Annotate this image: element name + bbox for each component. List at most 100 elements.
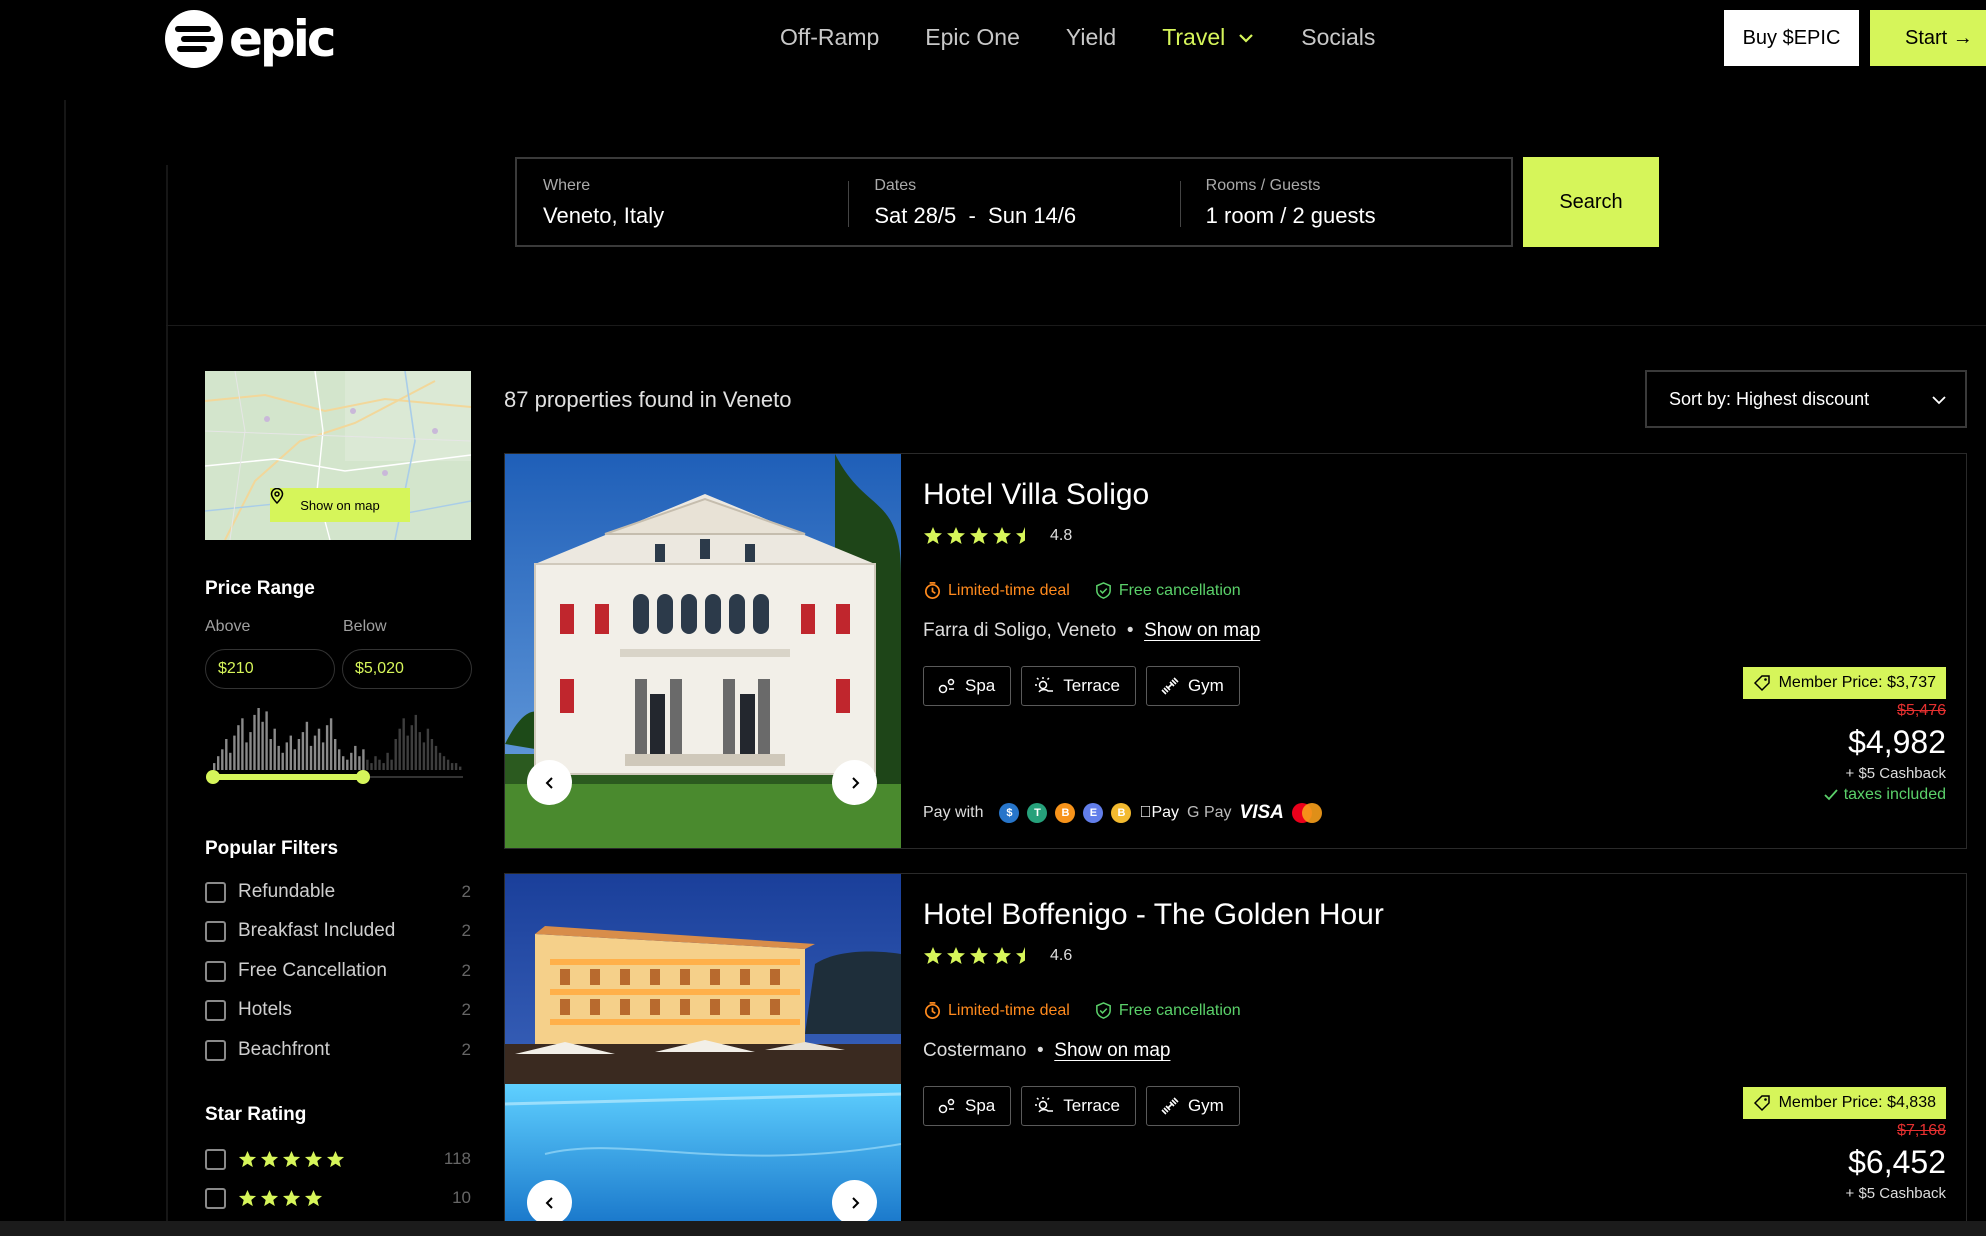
member-price-label: Member Price: $4,838 bbox=[1778, 1094, 1936, 1111]
member-price-badge: Member Price: $4,838 bbox=[1742, 1087, 1946, 1119]
checkbox[interactable] bbox=[205, 1148, 226, 1170]
slider-min-handle[interactable] bbox=[206, 770, 220, 784]
cashback-text: + $5 Cashback bbox=[1845, 1185, 1946, 1202]
star-icon bbox=[260, 1150, 279, 1167]
histogram-bar bbox=[301, 732, 305, 770]
max-price-input[interactable]: $5,020 bbox=[342, 649, 472, 689]
nav-travel[interactable]: Travel bbox=[1162, 24, 1255, 51]
star-rating-title: Star Rating bbox=[205, 1104, 307, 1125]
checkbox[interactable] bbox=[205, 1039, 226, 1061]
hotel-name[interactable]: Hotel Villa Soligo bbox=[923, 478, 1149, 512]
next-photo-button[interactable] bbox=[832, 760, 877, 805]
filter-breakfast-included[interactable]: Breakfast Included 2 bbox=[205, 917, 471, 945]
show-on-map-link[interactable]: Show on map bbox=[1144, 620, 1260, 641]
dates-field[interactable]: Dates Sat 28/5 - Sun 14/6 bbox=[848, 159, 1179, 245]
checkbox[interactable] bbox=[205, 1187, 226, 1209]
hotel-photo[interactable] bbox=[505, 454, 901, 848]
slider-max-handle[interactable] bbox=[356, 770, 370, 784]
where-field[interactable]: Where Veneto, Italy bbox=[517, 159, 848, 245]
prev-photo-button[interactable] bbox=[527, 760, 572, 805]
epic-logo[interactable]: epic bbox=[165, 10, 336, 68]
histogram-bar bbox=[418, 732, 421, 770]
filter-count: 2 bbox=[461, 921, 471, 940]
below-label: Below bbox=[343, 618, 387, 635]
half-star-icon bbox=[1016, 947, 1025, 964]
histogram-bar bbox=[410, 725, 413, 770]
map-thumbnail[interactable]: Show on map bbox=[205, 371, 471, 540]
star-icon bbox=[304, 1189, 323, 1206]
hotel-card[interactable]: Hotel Boffenigo - The Golden Hour 4.6 Li… bbox=[504, 873, 1967, 1233]
chevron-left-icon bbox=[545, 1196, 553, 1209]
histogram-bar bbox=[257, 708, 260, 770]
apple-pay-icon: Pay bbox=[1139, 804, 1179, 822]
price-histogram[interactable] bbox=[205, 700, 471, 795]
nav-socials[interactable]: Socials bbox=[1301, 24, 1375, 51]
location-text: Costermano bbox=[923, 1040, 1027, 1061]
top-header: epic Off-Ramp Epic One Yield Travel Soci… bbox=[0, 0, 1986, 76]
filter-4-stars[interactable]: 10 bbox=[205, 1184, 471, 1212]
histogram-bar bbox=[313, 735, 317, 770]
cashback-text: + $5 Cashback bbox=[1845, 765, 1946, 782]
amenity-label: Gym bbox=[1187, 1096, 1224, 1115]
google-pay-icon: G Pay bbox=[1175, 804, 1231, 821]
next-photo-button[interactable] bbox=[832, 1180, 877, 1225]
tether-icon: T bbox=[1027, 803, 1048, 823]
current-price: $4,982 bbox=[1848, 724, 1946, 760]
star-icon bbox=[970, 947, 988, 964]
timer-icon bbox=[924, 582, 941, 599]
hotel-pool-image bbox=[505, 874, 901, 1232]
nav-yield[interactable]: Yield bbox=[1066, 24, 1116, 51]
histogram-bar bbox=[225, 739, 228, 770]
histogram-bar bbox=[293, 749, 296, 770]
hotel-photo[interactable] bbox=[505, 874, 901, 1232]
apple-icon:  bbox=[1139, 804, 1151, 821]
visa-icon: VISA bbox=[1227, 802, 1284, 823]
star-icon bbox=[947, 527, 965, 544]
filter-free-cancellation[interactable]: Free Cancellation 2 bbox=[205, 957, 471, 985]
above-label: Above bbox=[205, 618, 251, 635]
star-icon bbox=[238, 1150, 257, 1167]
histogram-bar bbox=[450, 763, 454, 770]
filter-refundable[interactable]: Refundable 2 bbox=[205, 878, 471, 906]
search-button[interactable]: Search bbox=[1523, 157, 1659, 247]
star-icon bbox=[326, 1150, 345, 1167]
checkbox[interactable] bbox=[205, 960, 226, 982]
checkbox[interactable] bbox=[205, 881, 226, 903]
nav-epic-one[interactable]: Epic One bbox=[925, 24, 1020, 51]
amenity-label: Terrace bbox=[1063, 676, 1120, 695]
filter-count: 2 bbox=[461, 1040, 471, 1059]
buy-epic-button[interactable]: Buy $EPIC bbox=[1724, 10, 1859, 66]
nav-off-ramp[interactable]: Off-Ramp bbox=[780, 24, 879, 51]
amenities-list: Spa Terrace Gym bbox=[923, 1086, 1240, 1126]
show-on-map-button[interactable]: Show on map bbox=[270, 488, 410, 522]
filter-5-stars[interactable]: 118 bbox=[205, 1145, 471, 1173]
filter-label: Beachfront bbox=[238, 1039, 330, 1060]
min-price-input[interactable]: $210 bbox=[205, 649, 335, 689]
histogram-bar bbox=[285, 742, 288, 770]
prev-photo-button[interactable] bbox=[527, 1180, 572, 1225]
taxes-label: taxes included bbox=[1843, 786, 1946, 803]
filter-label: Free Cancellation bbox=[238, 960, 387, 981]
start-button[interactable]: Start → bbox=[1870, 10, 1986, 66]
histogram-bar bbox=[338, 749, 341, 770]
show-on-map-link[interactable]: Show on map bbox=[1054, 1040, 1170, 1061]
free-cancellation-badge: Free cancellation bbox=[1094, 1001, 1241, 1020]
guests-field[interactable]: Rooms / Guests 1 room / 2 guests bbox=[1179, 159, 1511, 245]
guests-label: Rooms / Guests bbox=[1205, 177, 1321, 194]
filter-hotels[interactable]: Hotels 2 bbox=[205, 996, 471, 1024]
checkbox[interactable] bbox=[205, 999, 226, 1021]
histogram-bar bbox=[350, 752, 353, 770]
hotel-card[interactable]: Hotel Villa Soligo 4.8 Limited-time deal… bbox=[504, 453, 1967, 849]
hotel-name[interactable]: Hotel Boffenigo - The Golden Hour bbox=[923, 898, 1384, 932]
amenities-list: Spa Terrace Gym bbox=[923, 666, 1240, 706]
filter-beachfront[interactable]: Beachfront 2 bbox=[205, 1036, 471, 1064]
sort-dropdown[interactable]: Sort by: Highest discount bbox=[1645, 370, 1967, 428]
histogram-bar bbox=[269, 739, 272, 770]
hotel-location: Costermano • Show on map bbox=[923, 1040, 1170, 1062]
dates-label: Dates bbox=[874, 177, 917, 194]
checkbox[interactable] bbox=[205, 920, 226, 942]
histogram-bar bbox=[446, 759, 450, 770]
hotel-badges: Limited-time deal Free cancellation bbox=[923, 581, 1241, 600]
main-nav: Off-Ramp Epic One Yield Travel Socials bbox=[780, 24, 1375, 51]
amenity-terrace: Terrace bbox=[1021, 666, 1136, 706]
